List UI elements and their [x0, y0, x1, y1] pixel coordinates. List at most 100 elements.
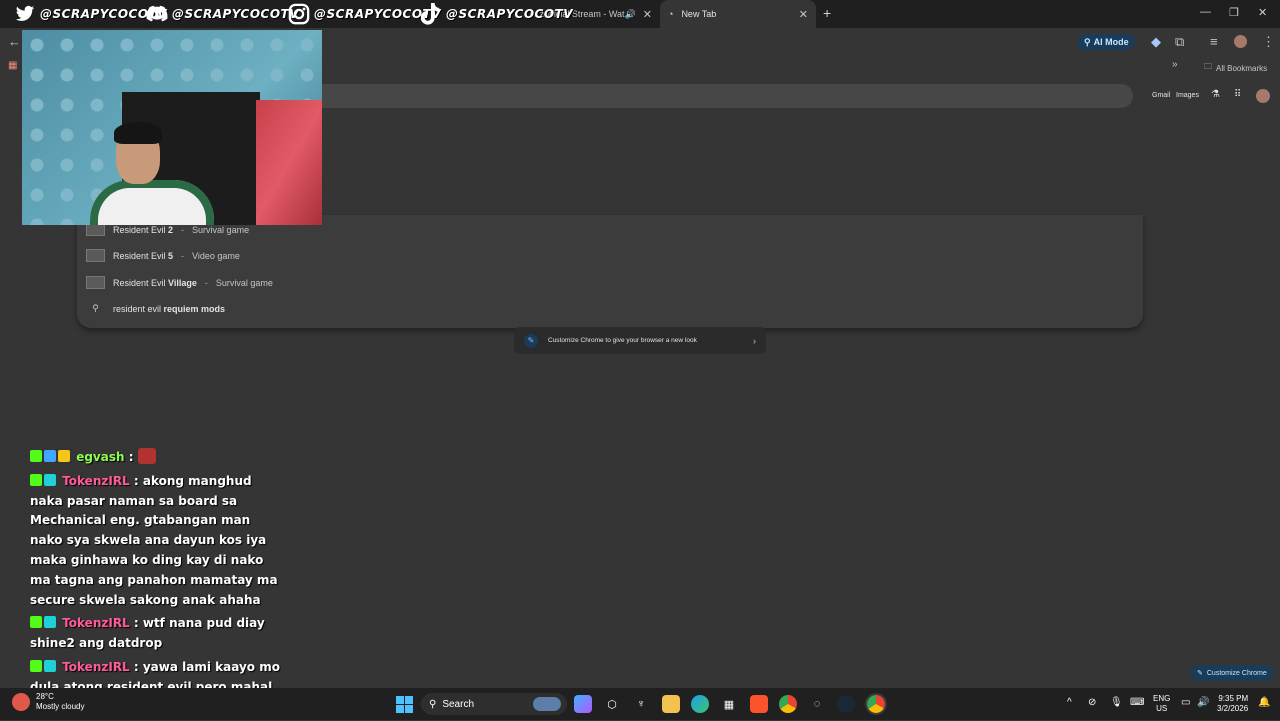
file-explorer-icon[interactable] — [662, 695, 680, 713]
chat-username: egvash — [76, 450, 125, 464]
clock-time: 9:35 PM — [1218, 694, 1249, 703]
customize-chrome-label: Customize Chrome — [1206, 669, 1267, 677]
customize-card-text: Customize Chrome to give your browser a … — [548, 337, 697, 344]
chat-overlay: egvash : TokenzIRL : akong manghud naka … — [30, 448, 280, 721]
instagram-icon — [288, 3, 310, 25]
gmail-link[interactable]: Gmail — [1152, 92, 1170, 99]
webcam-background-object — [256, 100, 322, 225]
suggestion-separator: - — [204, 277, 208, 288]
new-tab-icon: ◔ — [668, 9, 674, 19]
copilot-icon[interactable] — [574, 695, 592, 713]
search-highlight-icon — [533, 697, 561, 711]
chrome-active-icon[interactable] — [865, 693, 887, 715]
language-code: ENG — [1153, 694, 1171, 703]
subscriber-badge-icon — [44, 616, 56, 629]
ai-mode-button[interactable]: ⚲ AI Mode — [1078, 34, 1135, 50]
notification-bell-icon[interactable]: 🔔 — [1258, 697, 1270, 708]
social-handle: @SCRAPYCOCOTV — [172, 7, 300, 21]
chevron-right-icon: › — [753, 335, 756, 346]
suggestion-item[interactable]: Resident Evil Village - Survival game — [86, 276, 273, 289]
weather-widget[interactable]: 28°C Mostly cloudy — [12, 692, 84, 712]
pencil-icon: ✎ — [1197, 670, 1203, 677]
chat-colon: : — [129, 659, 143, 674]
chat-colon: : — [124, 450, 138, 464]
social-overlay: @SCRAPYCOCOTV @SCRAPYCOCOTV @SCRAPYCOCOT… — [0, 0, 573, 30]
social-twitter: @SCRAPYCOCOTV — [14, 3, 167, 25]
store-icon[interactable]: ▦ — [720, 695, 738, 713]
tab-new-tab[interactable]: ◔ New Tab ✕ — [660, 0, 816, 28]
speaker-icon[interactable]: 🔊 — [625, 9, 636, 20]
display-icon[interactable]: ▭ — [1181, 697, 1190, 708]
google-apps-icon[interactable]: ⠿ — [1234, 89, 1241, 100]
app-icon[interactable]: ♆ — [632, 695, 650, 713]
close-tab-icon[interactable]: ✕ — [799, 8, 808, 21]
chat-username: TokenzIRL — [62, 616, 130, 631]
kick-badge-icon — [30, 616, 42, 629]
webcam-overlay — [22, 30, 322, 225]
customize-chrome-card[interactable]: ✎ Customize Chrome to give your browser … — [514, 327, 766, 354]
streamer-collar — [90, 180, 214, 225]
subscriber-badge-icon — [44, 659, 56, 672]
folder-icon: 🗀 — [1204, 62, 1212, 71]
weather-desc: Mostly cloudy — [36, 702, 85, 711]
suggestion-thumbnail — [86, 276, 105, 289]
app-icon[interactable]: ⬡ — [603, 695, 621, 713]
restore-icon[interactable]: ❐ — [1229, 6, 1239, 19]
weather-icon — [12, 693, 30, 711]
chat-message: egvash : — [30, 448, 280, 468]
apps-icon[interactable]: ▦ — [8, 60, 17, 71]
labs-icon[interactable]: ⚗ — [1211, 89, 1220, 100]
taskbar-search[interactable]: ⚲ Search — [421, 693, 567, 715]
search-box[interactable] — [300, 84, 1133, 108]
suggestion-thumbnail — [86, 249, 105, 262]
discord-icon — [146, 3, 168, 25]
tab-new-tab-title: New Tab — [681, 9, 717, 19]
chrome-icon[interactable] — [779, 695, 797, 713]
suggestion-item[interactable]: ⚲ resident evil requiem mods — [86, 303, 225, 314]
gemini-icon[interactable]: ◆ — [1151, 34, 1161, 50]
social-tiktok: @SCRAPYCOCOTV — [420, 3, 573, 25]
chat-message: TokenzIRL : akong manghud naka pasar nam… — [30, 472, 280, 611]
suggestion-text: Resident Evil Village — [113, 277, 197, 288]
keyboard-icon[interactable]: ⌨ — [1130, 697, 1144, 708]
language-indicator[interactable]: ENG US — [1153, 694, 1170, 714]
steam-icon[interactable] — [837, 695, 855, 713]
close-window-icon[interactable]: ✕ — [1258, 6, 1267, 19]
close-tab-icon[interactable]: ✕ — [643, 8, 652, 21]
menu-icon[interactable]: ⋮ — [1262, 34, 1275, 50]
all-bookmarks-button[interactable]: 🗀 All Bookmarks — [1204, 61, 1267, 75]
edge-icon[interactable] — [691, 695, 709, 713]
system-clock[interactable]: 9:35 PM 3/2/2026 — [1217, 694, 1248, 714]
emote-icon — [137, 448, 156, 464]
account-avatar[interactable] — [1256, 89, 1270, 103]
network-off-icon[interactable]: ⊘ — [1088, 697, 1096, 708]
suggestion-text: Resident Evil 2 — [113, 224, 174, 235]
new-tab-button[interactable]: + — [823, 5, 831, 21]
social-instagram: @SCRAPYCOCOTV — [288, 3, 441, 25]
customize-chrome-button[interactable]: ✎ Customize Chrome — [1191, 665, 1273, 681]
volume-icon[interactable]: 🔊 — [1197, 697, 1209, 708]
suggestion-separator: - — [181, 250, 185, 261]
chevron-up-icon[interactable]: ^ — [1067, 697, 1072, 708]
taskbar-search-label: Search — [442, 698, 475, 710]
extensions-icon[interactable]: ⧉ — [1175, 34, 1184, 50]
weather-temp: 28°C — [36, 692, 54, 701]
kick-badge-icon — [30, 473, 42, 486]
suggestion-type: Survival game — [192, 224, 250, 235]
suggestion-item[interactable]: Resident Evil 5 - Video game — [86, 249, 240, 262]
app-icon[interactable]: ◌ — [808, 695, 826, 713]
minimize-icon[interactable]: — — [1200, 6, 1211, 18]
microphone-icon[interactable]: 🎙 — [1110, 697, 1123, 708]
kick-badge-icon — [30, 450, 42, 462]
suggestion-text: resident evil requiem mods — [113, 303, 226, 314]
crown-badge-icon — [58, 450, 70, 462]
windows-start-icon[interactable] — [396, 696, 413, 713]
brave-icon[interactable] — [750, 695, 768, 713]
suggestion-type: Video game — [192, 250, 240, 261]
images-link[interactable]: Images — [1176, 92, 1199, 99]
reading-list-icon[interactable]: ≡ — [1210, 34, 1218, 49]
profile-avatar[interactable] — [1234, 35, 1247, 48]
more-bookmarks-icon[interactable]: » — [1172, 59, 1178, 70]
chat-text: akong manghud naka pasar naman sa board … — [30, 473, 278, 607]
back-icon[interactable]: ← — [8, 34, 21, 49]
